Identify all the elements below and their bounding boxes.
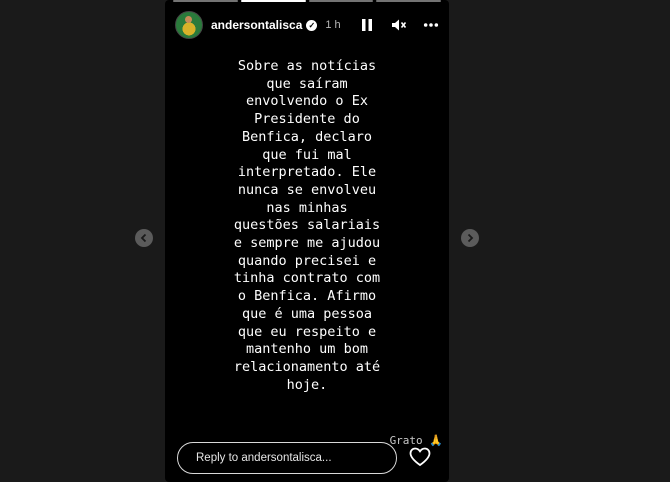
story-text-line: que saíram xyxy=(266,75,348,92)
pause-icon xyxy=(362,19,372,31)
story-text-line: hoje. xyxy=(286,376,328,393)
verified-badge-icon: ✓ xyxy=(306,19,318,31)
story-text-line: Benfica, declaro xyxy=(241,128,373,145)
pause-button[interactable] xyxy=(359,17,375,33)
story-text-line: que eu respeito e xyxy=(237,323,377,340)
story-text: Sobre as notícias que saíram envolvendo o … xyxy=(165,58,449,394)
story-viewer[interactable]: andersontalisca ✓ 1 h Sobre as notícias … xyxy=(165,0,449,482)
story-text-line: tinha contrato com xyxy=(233,270,381,287)
story-text-line: quando precisei e xyxy=(237,252,377,269)
chevron-left-icon xyxy=(140,233,147,243)
story-text-line: Sobre as notícias xyxy=(237,58,377,74)
story-text-line: envolvendo o Ex xyxy=(246,93,368,110)
story-header: andersontalisca ✓ 1 h xyxy=(175,10,439,40)
story-text-line: mantenho um bom xyxy=(246,341,368,358)
story-text-line: e sempre me ajudou xyxy=(233,235,381,252)
story-text-line: o Benfica. Afirmo xyxy=(237,288,377,305)
story-controls xyxy=(359,17,439,33)
story-progress-bar xyxy=(173,0,441,2)
reply-field[interactable] xyxy=(177,442,397,474)
muted-speaker-icon xyxy=(392,19,407,31)
previous-story-button[interactable] xyxy=(135,229,153,247)
story-text-line: relacionamento até xyxy=(233,358,381,375)
like-button[interactable] xyxy=(409,447,431,467)
avatar[interactable] xyxy=(175,11,203,39)
story-text-line: que é uma pessoa xyxy=(241,305,373,322)
story-text-line: Presidente do xyxy=(254,111,360,128)
progress-segment xyxy=(308,0,374,2)
chevron-right-icon xyxy=(467,233,474,243)
story-text-line: que fui mal xyxy=(262,146,352,163)
next-story-button[interactable] xyxy=(461,229,479,247)
mute-button[interactable] xyxy=(391,17,407,33)
story-text-line: nunca se envolveu xyxy=(237,181,377,198)
progress-segment-active xyxy=(240,0,306,2)
more-options-button[interactable] xyxy=(423,17,439,33)
post-time: 1 h xyxy=(325,19,341,31)
progress-segment xyxy=(376,0,441,2)
signoff-text: Grato 🙏 xyxy=(389,434,443,447)
username[interactable]: andersontalisca xyxy=(211,18,302,32)
more-options-icon xyxy=(423,23,439,27)
progress-segment xyxy=(173,0,238,2)
reply-input[interactable] xyxy=(194,451,388,465)
heart-icon xyxy=(409,447,431,467)
story-text-line: questões salariais xyxy=(233,217,381,234)
story-text-line: nas minhas xyxy=(266,199,348,216)
story-text-line: interpretado. Ele xyxy=(237,164,377,181)
